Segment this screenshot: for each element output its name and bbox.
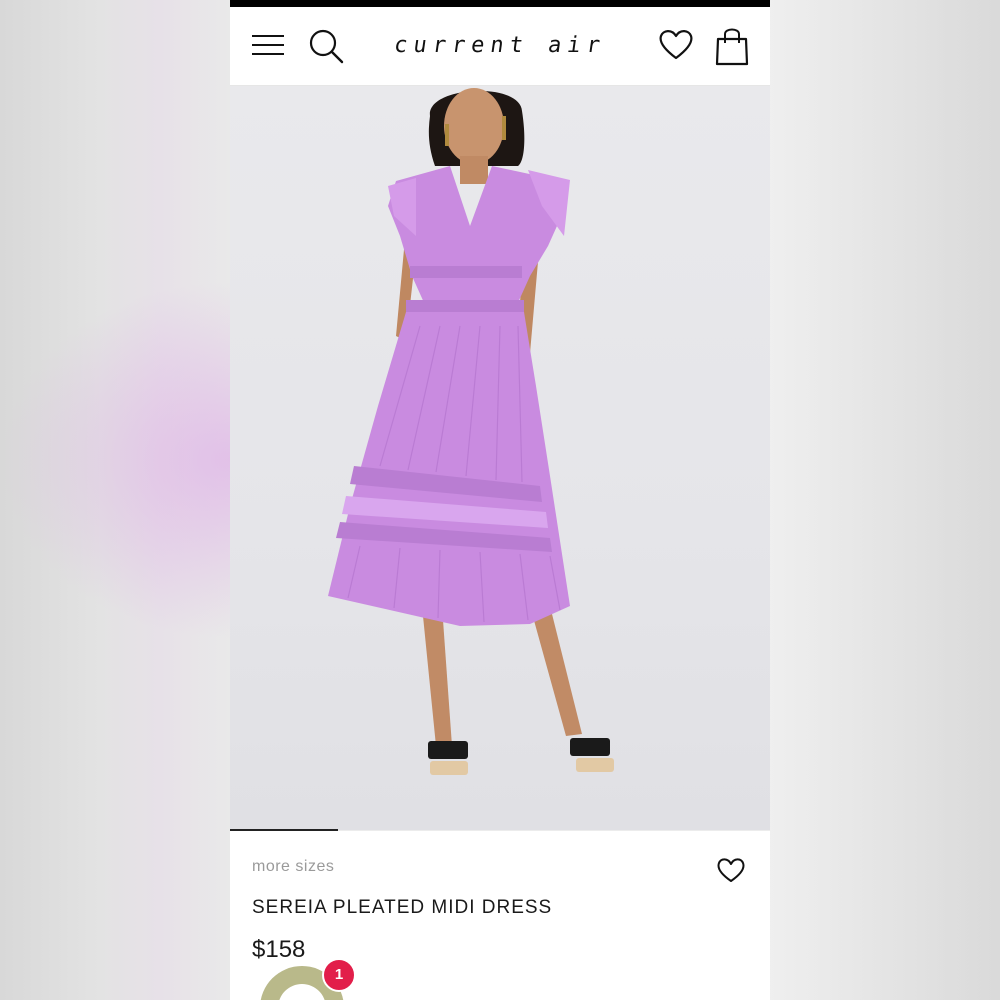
shopping-bag-icon[interactable] [714,25,750,67]
heart-icon[interactable] [658,27,694,63]
product-price: $158 [252,936,306,963]
more-sizes-link[interactable]: more sizes [252,858,334,876]
product-image[interactable] [230,86,770,830]
product-title[interactable]: SEREIA PLEATED MIDI DRESS [252,897,552,919]
carousel-indicator[interactable] [230,829,338,831]
notification-badge: 1 [322,958,356,992]
background-glow [0,280,230,640]
search-icon[interactable] [308,27,344,65]
background-right [770,0,1000,1000]
top-nav-bar: current air [230,7,770,86]
menu-icon[interactable] [250,30,286,60]
avatar-inner [278,984,326,1000]
wishlist-heart-icon[interactable] [716,856,746,884]
model-photo-illustration [328,88,614,775]
status-strip [230,0,770,7]
store-logo[interactable]: current air [378,33,622,58]
app-screen: current air more sizes SEREIA PLEATED MI… [230,0,770,1000]
